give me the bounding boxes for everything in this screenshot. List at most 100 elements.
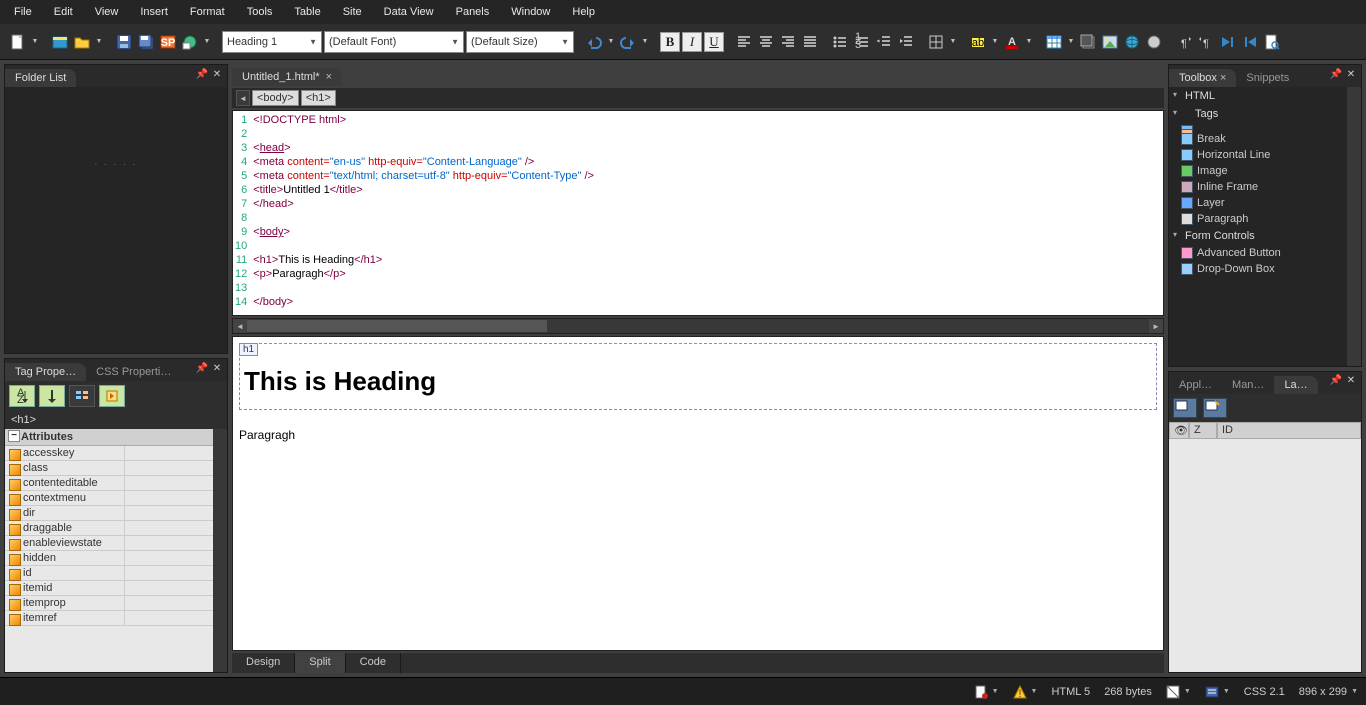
status-visual-aids-icon[interactable]: ▼ <box>1166 685 1191 699</box>
attribute-row[interactable]: accesskey <box>5 446 213 461</box>
font-select[interactable]: (Default Font)▼ <box>324 31 464 53</box>
attribute-value[interactable] <box>125 581 213 595</box>
pin-icon[interactable]: 📌 <box>196 362 208 374</box>
layers-tab[interactable]: La… <box>1274 376 1317 394</box>
id-col[interactable]: ID <box>1217 422 1361 439</box>
attribute-row[interactable]: id <box>5 566 213 581</box>
menu-table[interactable]: Table <box>284 3 330 21</box>
highlight-dropdown[interactable]: ▼ <box>990 32 1000 52</box>
view-design-tab[interactable]: Design <box>232 653 295 673</box>
font-color-icon[interactable]: A <box>1002 32 1022 52</box>
selected-element-box[interactable]: h1 This is Heading <box>239 343 1157 410</box>
save-icon[interactable] <box>114 32 134 52</box>
toolbox-item[interactable]: Break <box>1169 131 1347 147</box>
new-layer-button[interactable] <box>1173 398 1197 418</box>
breadcrumb-left-icon[interactable]: ◄ <box>236 90 250 106</box>
pin-icon[interactable]: 📌 <box>196 68 208 80</box>
code-content[interactable]: <!DOCTYPE html><head><meta content="en-u… <box>253 111 594 315</box>
attribute-row[interactable]: draggable <box>5 521 213 536</box>
toolbox-item[interactable]: Layer <box>1169 195 1347 211</box>
show-set-button[interactable] <box>69 385 95 407</box>
toolbox-item[interactable]: Drop-Down Box <box>1169 261 1347 277</box>
insert-hyperlink-icon[interactable] <box>1122 32 1142 52</box>
new-file-dropdown[interactable]: ▼ <box>30 32 40 52</box>
rtl-paragraph-icon[interactable]: ¶ <box>1196 32 1216 52</box>
indent-icon[interactable] <box>896 32 916 52</box>
menu-insert[interactable]: Insert <box>130 3 178 21</box>
superpreview-icon[interactable]: SP <box>158 32 178 52</box>
attribute-value[interactable] <box>125 506 213 520</box>
italic-button[interactable]: I <box>682 32 702 52</box>
outdent-icon[interactable] <box>874 32 894 52</box>
preview-browser-icon[interactable] <box>180 32 200 52</box>
toolbox-group[interactable]: Form Controls <box>1169 227 1347 245</box>
scroll-left-icon[interactable]: ◄ <box>233 319 247 333</box>
close-icon[interactable]: ✕ <box>1345 68 1357 80</box>
attribute-value[interactable] <box>125 446 213 460</box>
toolbox-tab[interactable]: Toolbox × <box>1169 69 1236 87</box>
show-events-button[interactable] <box>99 385 125 407</box>
attribute-value[interactable] <box>125 611 213 625</box>
status-css[interactable]: CSS 2.1 <box>1244 686 1285 698</box>
open-dropdown[interactable]: ▼ <box>94 32 104 52</box>
preview-dropdown[interactable]: ▼ <box>202 32 212 52</box>
attribute-row[interactable]: enableviewstate <box>5 536 213 551</box>
status-errors-icon[interactable]: !▼ <box>1013 685 1038 699</box>
borders-dropdown[interactable]: ▼ <box>948 32 958 52</box>
menu-file[interactable]: File <box>4 3 42 21</box>
menu-site[interactable]: Site <box>333 3 372 21</box>
preview-heading[interactable]: This is Heading <box>244 366 1152 397</box>
toolbox-item[interactable]: Advanced Button <box>1169 245 1347 261</box>
next-bookmark-icon[interactable] <box>1218 32 1238 52</box>
attribute-value[interactable] <box>125 521 213 535</box>
attribute-row[interactable]: dir <box>5 506 213 521</box>
menu-view[interactable]: View <box>85 3 129 21</box>
attributes-group[interactable]: Attributes <box>5 429 213 446</box>
pin-icon[interactable]: 📌 <box>1330 68 1342 80</box>
menu-tools[interactable]: Tools <box>237 3 283 21</box>
layer-props-button[interactable] <box>1203 398 1227 418</box>
attribute-value[interactable] <box>125 476 213 490</box>
undo-icon[interactable] <box>584 32 604 52</box>
attribute-row[interactable]: itemid <box>5 581 213 596</box>
toolbox-item[interactable]: Paragraph <box>1169 211 1347 227</box>
save-all-icon[interactable] <box>136 32 156 52</box>
close-toolbox-icon[interactable]: × <box>1220 72 1226 84</box>
style-select[interactable]: Heading 1▼ <box>222 31 322 53</box>
borders-icon[interactable] <box>926 32 946 52</box>
close-icon[interactable]: ✕ <box>1345 375 1357 387</box>
toolbox-scrollbar[interactable] <box>1347 87 1361 366</box>
insert-image-icon[interactable] <box>1100 32 1120 52</box>
code-view[interactable]: 1234567891011121314 <!DOCTYPE html><head… <box>232 110 1164 316</box>
attribute-row[interactable]: itemprop <box>5 596 213 611</box>
bold-button[interactable]: B <box>660 32 680 52</box>
attribute-value[interactable] <box>125 461 213 475</box>
view-split-tab[interactable]: Split <box>295 653 345 673</box>
menu-format[interactable]: Format <box>180 3 235 21</box>
menu-panels[interactable]: Panels <box>446 3 500 21</box>
attribute-row[interactable]: itemref <box>5 611 213 626</box>
breadcrumb-body[interactable]: <body> <box>252 90 299 106</box>
toolbox-item[interactable]: Inline Frame <box>1169 179 1347 195</box>
attribute-value[interactable] <box>125 566 213 580</box>
tag-props-scrollbar[interactable] <box>213 429 227 672</box>
z-col[interactable]: Z <box>1189 422 1217 439</box>
code-hscrollbar[interactable]: ◄ ► <box>232 318 1164 334</box>
insert-bookmark-icon[interactable] <box>1144 32 1164 52</box>
attribute-row[interactable]: hidden <box>5 551 213 566</box>
close-tab-icon[interactable]: × <box>326 71 332 83</box>
list-bullet-icon[interactable] <box>830 32 850 52</box>
close-icon[interactable]: ✕ <box>211 68 223 80</box>
document-tab[interactable]: Untitled_1.html* × <box>232 68 342 86</box>
attribute-row[interactable]: contenteditable <box>5 476 213 491</box>
new-file-icon[interactable] <box>8 32 28 52</box>
manage-styles-tab[interactable]: Man… <box>1222 376 1274 394</box>
folder-list-tab[interactable]: Folder List <box>5 69 76 87</box>
visibility-col-icon[interactable]: 👁 <box>1169 422 1189 439</box>
menu-window[interactable]: Window <box>501 3 560 21</box>
align-left-icon[interactable] <box>734 32 754 52</box>
toolbox-group[interactable]: HTML <box>1169 87 1347 105</box>
redo-dropdown[interactable]: ▼ <box>640 32 650 52</box>
attribute-row[interactable]: class <box>5 461 213 476</box>
close-icon[interactable]: ✕ <box>211 362 223 374</box>
